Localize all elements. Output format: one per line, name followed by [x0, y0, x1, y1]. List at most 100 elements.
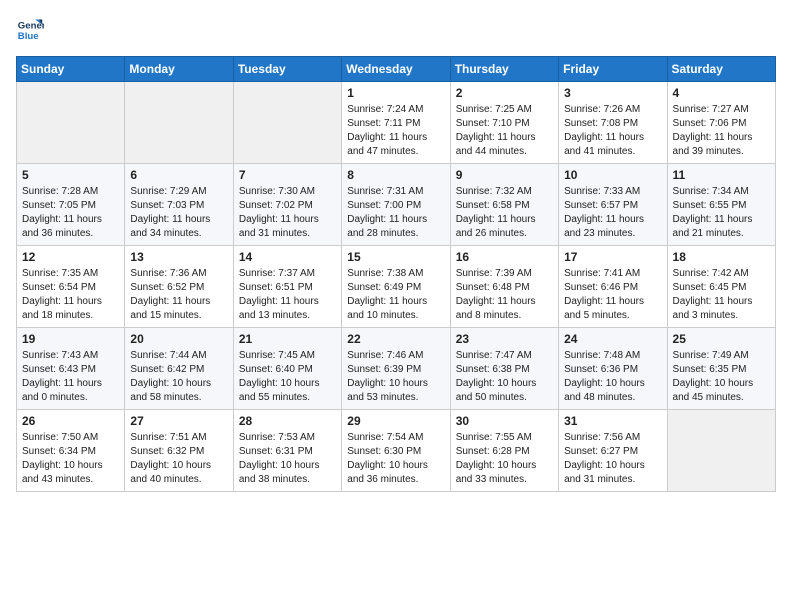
logo-icon: General Blue	[16, 16, 44, 44]
day-number: 20	[130, 332, 227, 346]
day-number: 12	[22, 250, 119, 264]
cell-content: Sunrise: 7:36 AM Sunset: 6:52 PM Dayligh…	[130, 267, 227, 323]
calendar-cell: 29Sunrise: 7:54 AM Sunset: 6:30 PM Dayli…	[342, 410, 450, 492]
calendar: SundayMondayTuesdayWednesdayThursdayFrid…	[16, 56, 776, 492]
cell-content: Sunrise: 7:45 AM Sunset: 6:40 PM Dayligh…	[239, 349, 336, 405]
calendar-cell: 25Sunrise: 7:49 AM Sunset: 6:35 PM Dayli…	[667, 328, 775, 410]
calendar-cell: 31Sunrise: 7:56 AM Sunset: 6:27 PM Dayli…	[559, 410, 667, 492]
cell-content: Sunrise: 7:55 AM Sunset: 6:28 PM Dayligh…	[456, 431, 553, 487]
day-number: 19	[22, 332, 119, 346]
calendar-cell: 9 Sunrise: 7:32 AM Sunset: 6:58 PM Daylig…	[450, 164, 558, 246]
cell-content: Sunrise: 7:51 AM Sunset: 6:32 PM Dayligh…	[130, 431, 227, 487]
day-number: 24	[564, 332, 661, 346]
calendar-cell: 2Sunrise: 7:25 AM Sunset: 7:10 PM Daylig…	[450, 82, 558, 164]
calendar-cell	[667, 410, 775, 492]
cell-content: Sunrise: 7:46 AM Sunset: 6:39 PM Dayligh…	[347, 349, 444, 405]
week-row-5: 26Sunrise: 7:50 AM Sunset: 6:34 PM Dayli…	[17, 410, 776, 492]
cell-content: Sunrise: 7:26 AM Sunset: 7:08 PM Dayligh…	[564, 103, 661, 159]
header-tuesday: Tuesday	[233, 57, 341, 82]
cell-content: Sunrise: 7:35 AM Sunset: 6:54 PM Dayligh…	[22, 267, 119, 323]
calendar-cell: 7 Sunrise: 7:30 AM Sunset: 7:02 PM Daylig…	[233, 164, 341, 246]
calendar-cell	[17, 82, 125, 164]
calendar-cell: 28Sunrise: 7:53 AM Sunset: 6:31 PM Dayli…	[233, 410, 341, 492]
calendar-cell: 6Sunrise: 7:29 AM Sunset: 7:03 PM Daylig…	[125, 164, 233, 246]
day-number: 7	[239, 168, 336, 182]
calendar-cell: 15 Sunrise: 7:38 AM Sunset: 6:49 PM Dayli…	[342, 246, 450, 328]
cell-content: Sunrise: 7:28 AM Sunset: 7:05 PM Dayligh…	[22, 185, 119, 241]
cell-content: Sunrise: 7:44 AM Sunset: 6:42 PM Dayligh…	[130, 349, 227, 405]
cell-content: Sunrise: 7:27 AM Sunset: 7:06 PM Dayligh…	[673, 103, 770, 159]
cell-content: Sunrise: 7:37 AM Sunset: 6:51 PM Dayligh…	[239, 267, 336, 323]
header-friday: Friday	[559, 57, 667, 82]
day-number: 4	[673, 86, 770, 100]
day-number: 14	[239, 250, 336, 264]
calendar-cell: 21 Sunrise: 7:45 AM Sunset: 6:40 PM Dayli…	[233, 328, 341, 410]
day-number: 23	[456, 332, 553, 346]
calendar-cell: 5 Sunrise: 7:28 AM Sunset: 7:05 PM Daylig…	[17, 164, 125, 246]
header-saturday: Saturday	[667, 57, 775, 82]
header-sunday: Sunday	[17, 57, 125, 82]
cell-content: Sunrise: 7:56 AM Sunset: 6:27 PM Dayligh…	[564, 431, 661, 487]
week-row-1: 1 Sunrise: 7:24 AM Sunset: 7:11 PM Daylig…	[17, 82, 776, 164]
calendar-cell: 3Sunrise: 7:26 AM Sunset: 7:08 PM Daylig…	[559, 82, 667, 164]
calendar-cell: 13 Sunrise: 7:36 AM Sunset: 6:52 PM Dayli…	[125, 246, 233, 328]
logo: General Blue	[16, 16, 48, 44]
day-number: 1	[347, 86, 444, 100]
day-number: 10	[564, 168, 661, 182]
day-number: 9	[456, 168, 553, 182]
cell-content: Sunrise: 7:41 AM Sunset: 6:46 PM Dayligh…	[564, 267, 661, 323]
calendar-cell: 17 Sunrise: 7:41 AM Sunset: 6:46 PM Dayli…	[559, 246, 667, 328]
day-number: 18	[673, 250, 770, 264]
header-monday: Monday	[125, 57, 233, 82]
calendar-cell: 1 Sunrise: 7:24 AM Sunset: 7:11 PM Daylig…	[342, 82, 450, 164]
day-number: 16	[456, 250, 553, 264]
calendar-cell: 24 Sunrise: 7:48 AM Sunset: 6:36 PM Dayli…	[559, 328, 667, 410]
calendar-cell: 11Sunrise: 7:34 AM Sunset: 6:55 PM Dayli…	[667, 164, 775, 246]
day-number: 5	[22, 168, 119, 182]
calendar-cell: 22 Sunrise: 7:46 AM Sunset: 6:39 PM Dayli…	[342, 328, 450, 410]
week-row-3: 12 Sunrise: 7:35 AM Sunset: 6:54 PM Dayli…	[17, 246, 776, 328]
svg-text:Blue: Blue	[18, 31, 39, 42]
day-number: 6	[130, 168, 227, 182]
cell-content: Sunrise: 7:53 AM Sunset: 6:31 PM Dayligh…	[239, 431, 336, 487]
cell-content: Sunrise: 7:38 AM Sunset: 6:49 PM Dayligh…	[347, 267, 444, 323]
calendar-cell: 20 Sunrise: 7:44 AM Sunset: 6:42 PM Dayli…	[125, 328, 233, 410]
calendar-cell: 27Sunrise: 7:51 AM Sunset: 6:32 PM Dayli…	[125, 410, 233, 492]
day-number: 22	[347, 332, 444, 346]
day-number: 15	[347, 250, 444, 264]
day-number: 25	[673, 332, 770, 346]
page-header: General Blue	[16, 16, 776, 44]
calendar-cell: 4 Sunrise: 7:27 AM Sunset: 7:06 PM Daylig…	[667, 82, 775, 164]
day-number: 8	[347, 168, 444, 182]
cell-content: Sunrise: 7:47 AM Sunset: 6:38 PM Dayligh…	[456, 349, 553, 405]
day-number: 21	[239, 332, 336, 346]
calendar-cell	[125, 82, 233, 164]
week-row-4: 19Sunrise: 7:43 AM Sunset: 6:43 PM Dayli…	[17, 328, 776, 410]
day-number: 13	[130, 250, 227, 264]
calendar-cell: 23 Sunrise: 7:47 AM Sunset: 6:38 PM Dayli…	[450, 328, 558, 410]
calendar-cell: 10 Sunrise: 7:33 AM Sunset: 6:57 PM Dayli…	[559, 164, 667, 246]
cell-content: Sunrise: 7:34 AM Sunset: 6:55 PM Dayligh…	[673, 185, 770, 241]
calendar-cell: 12 Sunrise: 7:35 AM Sunset: 6:54 PM Dayli…	[17, 246, 125, 328]
cell-content: Sunrise: 7:50 AM Sunset: 6:34 PM Dayligh…	[22, 431, 119, 487]
cell-content: Sunrise: 7:42 AM Sunset: 6:45 PM Dayligh…	[673, 267, 770, 323]
header-row: SundayMondayTuesdayWednesdayThursdayFrid…	[17, 57, 776, 82]
calendar-cell: 30Sunrise: 7:55 AM Sunset: 6:28 PM Dayli…	[450, 410, 558, 492]
cell-content: Sunrise: 7:48 AM Sunset: 6:36 PM Dayligh…	[564, 349, 661, 405]
cell-content: Sunrise: 7:24 AM Sunset: 7:11 PM Dayligh…	[347, 103, 444, 159]
calendar-cell: 8 Sunrise: 7:31 AM Sunset: 7:00 PM Daylig…	[342, 164, 450, 246]
cell-content: Sunrise: 7:33 AM Sunset: 6:57 PM Dayligh…	[564, 185, 661, 241]
cell-content: Sunrise: 7:39 AM Sunset: 6:48 PM Dayligh…	[456, 267, 553, 323]
header-thursday: Thursday	[450, 57, 558, 82]
header-wednesday: Wednesday	[342, 57, 450, 82]
calendar-cell: 26Sunrise: 7:50 AM Sunset: 6:34 PM Dayli…	[17, 410, 125, 492]
calendar-cell: 19Sunrise: 7:43 AM Sunset: 6:43 PM Dayli…	[17, 328, 125, 410]
day-number: 17	[564, 250, 661, 264]
cell-content: Sunrise: 7:30 AM Sunset: 7:02 PM Dayligh…	[239, 185, 336, 241]
cell-content: Sunrise: 7:32 AM Sunset: 6:58 PM Dayligh…	[456, 185, 553, 241]
calendar-cell: 16 Sunrise: 7:39 AM Sunset: 6:48 PM Dayli…	[450, 246, 558, 328]
cell-content: Sunrise: 7:31 AM Sunset: 7:00 PM Dayligh…	[347, 185, 444, 241]
day-number: 2	[456, 86, 553, 100]
calendar-header: SundayMondayTuesdayWednesdayThursdayFrid…	[17, 57, 776, 82]
calendar-cell: 18 Sunrise: 7:42 AM Sunset: 6:45 PM Dayli…	[667, 246, 775, 328]
